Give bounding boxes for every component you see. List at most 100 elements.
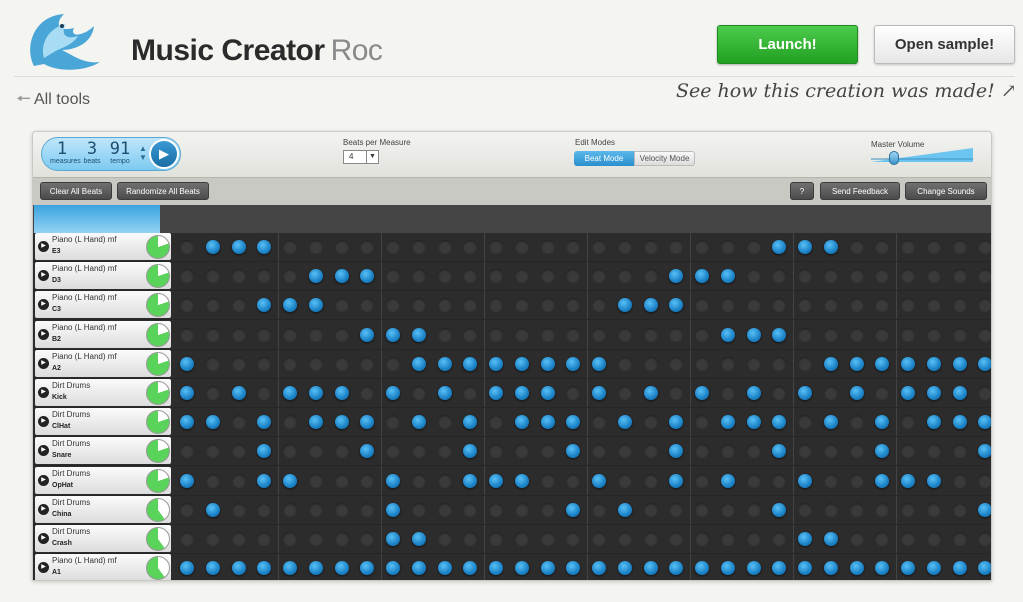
beat-cell-off[interactable] xyxy=(205,473,220,488)
row-volume-knob[interactable] xyxy=(146,381,170,405)
beat-cell-off[interactable] xyxy=(334,356,349,371)
beat-cell-off[interactable] xyxy=(283,327,297,342)
beat-cell-off[interactable] xyxy=(901,298,915,313)
beat-cell-on[interactable] xyxy=(875,415,890,430)
beat-cell-off[interactable] xyxy=(849,415,864,430)
beat-cell-off[interactable] xyxy=(592,444,606,459)
beat-cell-on[interactable] xyxy=(463,415,478,430)
beat-cell-off[interactable] xyxy=(669,502,684,517)
beat-cell-off[interactable] xyxy=(386,269,400,284)
beat-cell-on[interactable] xyxy=(180,415,194,430)
beat-cell-off[interactable] xyxy=(720,386,735,400)
beat-cell-off[interactable] xyxy=(540,269,555,284)
beat-cell-off[interactable] xyxy=(463,386,478,400)
beat-cell-off[interactable] xyxy=(746,269,761,284)
beat-cell-on[interactable] xyxy=(308,386,323,400)
beat-cell-on[interactable] xyxy=(926,415,941,430)
beat-cell-on[interactable] xyxy=(617,561,632,576)
beat-cell-on[interactable] xyxy=(205,561,220,576)
beat-cell-off[interactable] xyxy=(180,532,194,546)
beat-cell-off[interactable] xyxy=(437,473,452,488)
beat-cell-on[interactable] xyxy=(849,356,864,371)
beat-cell-on[interactable] xyxy=(489,356,503,371)
row-volume-knob[interactable] xyxy=(146,293,170,318)
beat-cell-off[interactable] xyxy=(386,415,400,430)
beat-cell-off[interactable] xyxy=(746,502,761,517)
beat-cell-on[interactable] xyxy=(746,386,761,400)
row-play-icon[interactable]: ▶ xyxy=(38,562,49,574)
beat-cell-off[interactable] xyxy=(566,473,581,488)
beat-cell-off[interactable] xyxy=(849,473,864,488)
beat-cell-on[interactable] xyxy=(180,386,194,400)
instrument-label[interactable]: ▶ Dirt Drums Crash xyxy=(35,525,171,552)
beat-cell-off[interactable] xyxy=(695,356,709,371)
beat-cell-on[interactable] xyxy=(334,415,349,430)
beat-cell-off[interactable] xyxy=(411,240,426,254)
beat-cell-on[interactable] xyxy=(875,561,890,576)
beat-cell-off[interactable] xyxy=(617,327,632,342)
beat-cell-off[interactable] xyxy=(205,356,220,371)
beat-cell-off[interactable] xyxy=(180,240,194,254)
beat-cell-off[interactable] xyxy=(308,502,323,517)
beat-cell-off[interactable] xyxy=(952,240,967,254)
beat-cell-on[interactable] xyxy=(540,386,555,400)
beat-cell-on[interactable] xyxy=(566,415,581,430)
beat-cell-off[interactable] xyxy=(926,444,941,459)
beat-cell-off[interactable] xyxy=(231,269,246,284)
beat-cell-off[interactable] xyxy=(875,240,890,254)
beat-cell-on[interactable] xyxy=(308,561,323,576)
beat-cell-off[interactable] xyxy=(360,473,375,488)
beat-cell-off[interactable] xyxy=(952,532,967,546)
beat-cell-off[interactable] xyxy=(514,532,529,546)
beat-mode-button[interactable]: Beat Mode xyxy=(574,151,634,166)
beat-cell-off[interactable] xyxy=(798,356,812,371)
beat-cell-off[interactable] xyxy=(411,386,426,400)
beat-cell-off[interactable] xyxy=(360,356,375,371)
beat-cell-off[interactable] xyxy=(746,532,761,546)
beat-cell-off[interactable] xyxy=(746,473,761,488)
beat-cell-off[interactable] xyxy=(540,473,555,488)
open-sample-button[interactable]: Open sample! xyxy=(874,25,1015,64)
beat-cell-off[interactable] xyxy=(617,240,632,254)
beat-cell-off[interactable] xyxy=(978,473,991,488)
beat-cell-off[interactable] xyxy=(643,356,658,371)
beat-cell-on[interactable] xyxy=(283,473,297,488)
beat-cell-on[interactable] xyxy=(463,561,478,576)
beat-cell-off[interactable] xyxy=(283,356,297,371)
beat-cell-off[interactable] xyxy=(772,298,787,313)
beat-cell-off[interactable] xyxy=(772,386,787,400)
beat-cell-off[interactable] xyxy=(231,473,246,488)
beat-cell-off[interactable] xyxy=(411,444,426,459)
beat-cell-on[interactable] xyxy=(205,415,220,430)
beat-cell-on[interactable] xyxy=(901,386,915,400)
beat-cell-off[interactable] xyxy=(283,502,297,517)
beat-cell-on[interactable] xyxy=(669,269,684,284)
row-play-icon[interactable]: ▶ xyxy=(38,416,49,428)
beat-cell-off[interactable] xyxy=(592,415,606,430)
beat-cell-on[interactable] xyxy=(308,298,323,313)
beat-cell-off[interactable] xyxy=(231,415,246,430)
beat-cell-off[interactable] xyxy=(823,298,838,313)
beat-cell-off[interactable] xyxy=(617,269,632,284)
beat-cell-on[interactable] xyxy=(334,561,349,576)
beat-cell-off[interactable] xyxy=(823,473,838,488)
row-play-icon[interactable]: ▶ xyxy=(38,241,49,252)
beat-cell-off[interactable] xyxy=(978,532,991,546)
beat-cell-off[interactable] xyxy=(205,386,220,400)
beat-cell-on[interactable] xyxy=(514,473,529,488)
beat-cell-on[interactable] xyxy=(823,532,838,546)
beat-cell-off[interactable] xyxy=(437,240,452,254)
beat-cell-off[interactable] xyxy=(592,298,606,313)
beat-cell-off[interactable] xyxy=(334,473,349,488)
beat-cell-off[interactable] xyxy=(849,269,864,284)
beat-cell-on[interactable] xyxy=(978,561,991,576)
beat-cell-off[interactable] xyxy=(617,386,632,400)
beat-cell-on[interactable] xyxy=(360,327,375,342)
beat-cell-on[interactable] xyxy=(798,473,812,488)
beat-cell-on[interactable] xyxy=(180,356,194,371)
beat-cell-on[interactable] xyxy=(643,386,658,400)
beat-cell-on[interactable] xyxy=(180,561,194,576)
beat-cell-off[interactable] xyxy=(849,240,864,254)
beat-cell-on[interactable] xyxy=(437,561,452,576)
beat-cell-off[interactable] xyxy=(592,502,606,517)
